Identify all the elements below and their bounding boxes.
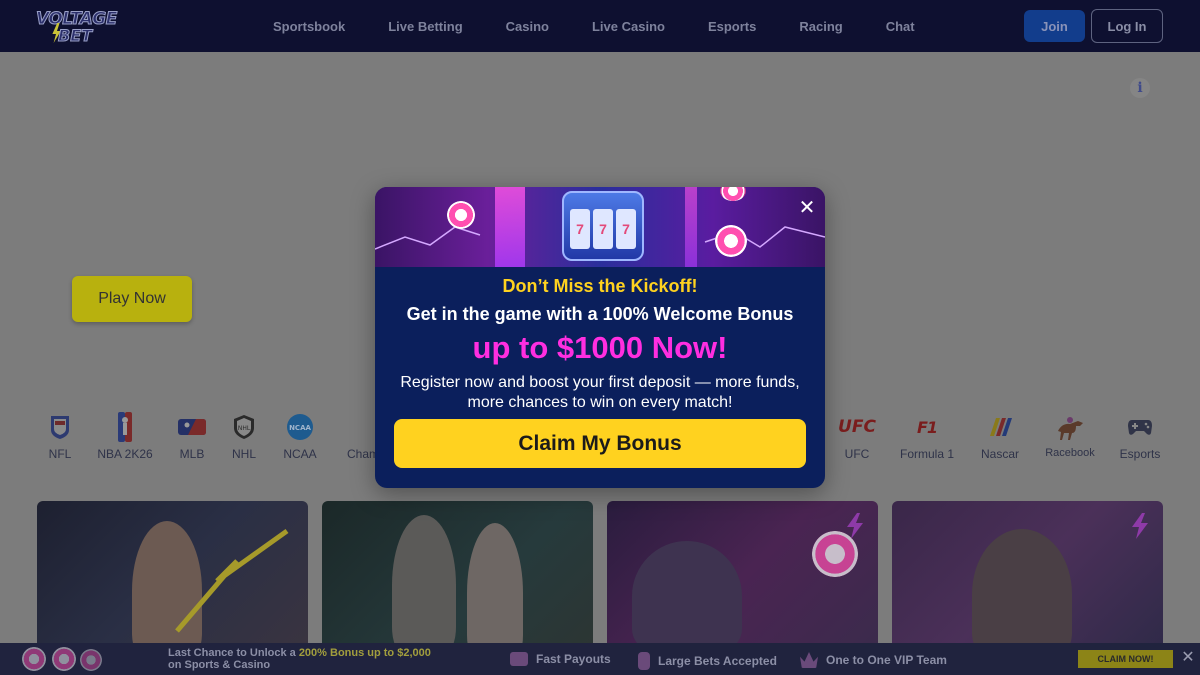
sport-item-formula-1[interactable]: F1 Formula 1 (887, 412, 967, 462)
welcome-bonus-modal: 7 7 7 ✕ Don’t Miss the Kickoff! Get in t… (375, 187, 825, 488)
ufc-logo-icon: UFC (817, 412, 897, 442)
slot-machine-icon: 7 7 7 (562, 191, 644, 261)
top-header: VOLTAGE BET Sportsbook Live Betting Casi… (0, 0, 1200, 52)
claim-my-bonus-button[interactable]: Claim My Bonus (394, 419, 806, 468)
promo-text: Last Chance to Unlock a 200% Bonus up to… (168, 647, 431, 671)
nav-esports[interactable]: Esports (708, 19, 756, 34)
nascar-stripes-icon (960, 412, 1040, 442)
sport-item-nascar[interactable]: Nascar (960, 412, 1040, 461)
feature-vip-team: One to One VIP Team (800, 652, 947, 668)
sport-item-racebook[interactable]: Racebook (1030, 412, 1110, 459)
nav-live-betting[interactable]: Live Betting (388, 19, 462, 34)
nav-racing[interactable]: Racing (799, 19, 842, 34)
slot-reel: 7 (593, 209, 613, 249)
poker-chip-icon (80, 649, 102, 671)
feature-label: Fast Payouts (536, 652, 611, 666)
promo-card-casino-bull[interactable] (607, 501, 878, 651)
slot-reel: 7 (616, 209, 636, 249)
bottom-promo-bar: Last Chance to Unlock a 200% Bonus up to… (0, 643, 1200, 675)
promo-prefix: Last Chance to Unlock a (168, 647, 299, 659)
svg-text:NHL: NHL (238, 425, 251, 432)
modal-headline: Don’t Miss the Kickoff! (502, 276, 698, 296)
vip-host-image (972, 529, 1072, 651)
info-icon[interactable]: i (1130, 78, 1150, 98)
sport-label: Esports (1119, 447, 1161, 461)
nav-live-casino[interactable]: Live Casino (592, 19, 665, 34)
sport-label: Nascar (980, 447, 1019, 461)
close-icon[interactable]: ✕ (1181, 650, 1195, 666)
feature-large-bets: Large Bets Accepted (638, 652, 777, 670)
promo-card-football[interactable] (37, 501, 308, 651)
feature-label: One to One VIP Team (826, 653, 947, 667)
poker-chip-icon (715, 225, 747, 257)
modal-close-icon[interactable]: ✕ (797, 197, 817, 217)
feature-fast-payouts: Fast Payouts (510, 652, 611, 666)
nav-sportsbook[interactable]: Sportsbook (273, 19, 345, 34)
modal-subheadline: Get in the game with a 100% Welcome Bonu… (406, 304, 794, 324)
poker-chip-icon (447, 201, 475, 229)
main-nav: Sportsbook Live Betting Casino Live Casi… (273, 0, 958, 52)
f1-logo-text: F1 (916, 417, 938, 437)
play-now-button[interactable]: Play Now (72, 276, 192, 322)
poker-chip-icon (52, 647, 76, 671)
voltagebet-logo[interactable]: VOLTAGE BET (36, 7, 118, 46)
bull-image (632, 541, 742, 651)
feature-label: Large Bets Accepted (658, 654, 777, 668)
promo-card-tennis[interactable] (322, 501, 593, 651)
poker-chip-icon (22, 647, 46, 671)
sport-item-esports[interactable]: Esports (1100, 412, 1180, 461)
horse-racing-icon (1030, 412, 1110, 442)
logo-text-bet: BET (57, 26, 93, 46)
tennis-player-male-image (392, 515, 456, 651)
promo-line-1: Last Chance to Unlock a 200% Bonus up to… (168, 647, 431, 659)
ufc-logo-text: UFC (838, 417, 876, 437)
modal-bonus-amount: up to $1000 Now! (472, 330, 728, 365)
modal-hero-banner: 7 7 7 ✕ (375, 187, 825, 267)
cash-register-icon (510, 652, 528, 666)
formula1-logo-icon: F1 (887, 412, 967, 442)
modal-body-line-2: more chances to win on every match! (467, 394, 733, 411)
crown-icon (800, 652, 818, 668)
lightning-bolt-icon (847, 513, 863, 539)
join-button[interactable]: Join (1024, 10, 1085, 42)
lightning-graphic (175, 528, 289, 633)
promo-card-vip[interactable] (892, 501, 1163, 651)
promo-highlight: 200% Bonus up to $2,000 (298, 647, 431, 659)
sport-label: Formula 1 (899, 447, 955, 461)
login-button[interactable]: Log In (1091, 9, 1163, 43)
sport-item-ufc[interactable]: UFC UFC (817, 412, 897, 461)
sport-label: UFC (844, 447, 870, 461)
sport-label: Racebook (1045, 447, 1095, 459)
slot-reel: 7 (570, 209, 590, 249)
nav-chat[interactable]: Chat (886, 19, 915, 34)
nav-casino[interactable]: Casino (506, 19, 549, 34)
svg-text:NCAA: NCAA (289, 424, 311, 432)
money-bag-icon (638, 652, 650, 670)
promo-line-2: on Sports & Casino (168, 659, 271, 671)
modal-body-text: Register now and boost your first deposi… (385, 373, 815, 413)
tennis-player-female-image (467, 523, 523, 651)
modal-body-line-1: Register now and boost your first deposi… (400, 374, 800, 391)
claim-now-button[interactable]: CLAIM NOW! (1078, 650, 1173, 668)
lightning-bolt-icon (1132, 513, 1148, 539)
gamepad-icon (1100, 412, 1180, 442)
